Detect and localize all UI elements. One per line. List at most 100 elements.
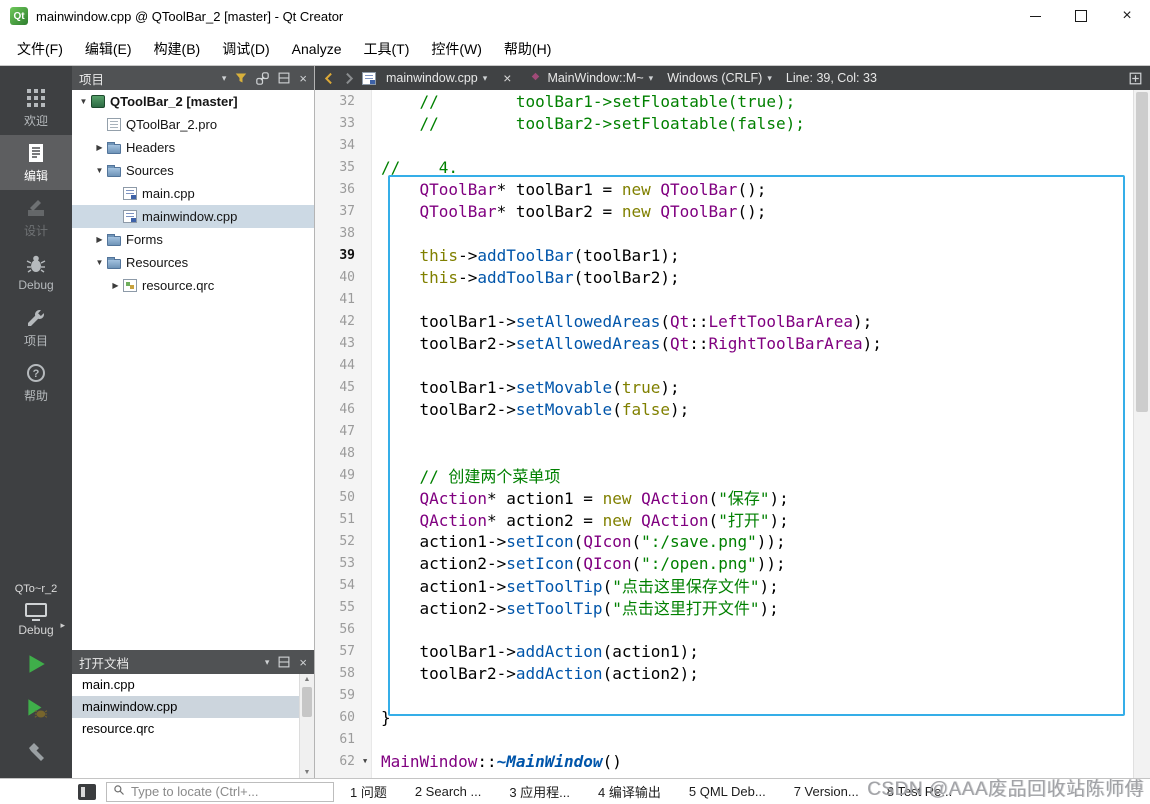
scrollbar-thumb[interactable] (302, 687, 312, 717)
code-line[interactable]: 54 action1->setToolTip("点击这里保存文件"); (315, 574, 1134, 596)
code-line[interactable]: 40 this->addToolBar(toolBar2); (315, 266, 1134, 288)
code-line[interactable]: 61 (315, 728, 1134, 750)
expand-arrow-icon[interactable]: ▼ (77, 97, 90, 106)
sidebar-toggle-icon[interactable] (78, 783, 96, 800)
scroll-down-arrow-icon[interactable]: ▼ (300, 769, 314, 776)
scrollbar-thumb[interactable] (1136, 92, 1148, 412)
close-button[interactable]: × (1104, 0, 1150, 32)
filter-icon[interactable] (235, 72, 247, 84)
menu-item[interactable]: 工具(T) (352, 32, 420, 65)
expand-arrow-icon[interactable]: ▶ (109, 281, 122, 290)
code-editor[interactable]: 32 // toolBar1->setFloatable(true); 33 //… (315, 90, 1150, 778)
code-line[interactable]: 34 (315, 134, 1134, 156)
line-number[interactable]: 48 (315, 446, 363, 461)
mode-edit[interactable]: 编辑 (0, 135, 72, 190)
split-icon[interactable] (278, 72, 290, 84)
code-line[interactable]: 49 // 创建两个菜单项 (315, 464, 1134, 486)
line-number[interactable]: 37 (315, 204, 363, 219)
target-selector-button[interactable]: Debug ▸ (0, 598, 72, 642)
code-line[interactable]: 55 action2->setToolTip("点击这里打开文件"); (315, 596, 1134, 618)
tree-item-headers[interactable]: ▶ Headers (72, 136, 314, 159)
code-line[interactable]: 57 toolBar1->addAction(action1); (315, 640, 1134, 662)
mode-debug[interactable]: Debug (0, 245, 72, 300)
output-pane-button[interactable]: 3 应用程... (509, 782, 570, 801)
line-number[interactable]: 47 (315, 424, 363, 439)
output-pane-button[interactable]: 5 QML Deb... (689, 784, 766, 799)
line-number[interactable]: 33 (315, 116, 363, 131)
code-line[interactable]: 42 toolBar1->setAllowedAreas(Qt::LeftToo… (315, 310, 1134, 332)
line-number[interactable]: 44 (315, 358, 363, 373)
code-line[interactable]: 56 (315, 618, 1134, 640)
line-number[interactable]: 55 (315, 600, 363, 615)
line-number[interactable]: 57 (315, 644, 363, 659)
code-line[interactable]: 58 toolBar2->addAction(action2); (315, 662, 1134, 684)
line-number[interactable]: 60 (315, 710, 363, 725)
open-documents-scrollbar[interactable]: ▲ ▼ (299, 674, 314, 778)
line-number[interactable]: 42 (315, 314, 363, 329)
expand-arrow-icon[interactable]: ▶ (93, 235, 106, 244)
line-number[interactable]: 34 (315, 138, 363, 153)
line-number[interactable]: 51 (315, 512, 363, 527)
menu-item[interactable]: 文件(F) (6, 32, 74, 65)
line-number[interactable]: 45 (315, 380, 363, 395)
line-number[interactable]: 36 (315, 182, 363, 197)
back-button[interactable] (323, 72, 336, 85)
close-document-button[interactable]: × (503, 70, 511, 86)
line-number[interactable]: 58 (315, 666, 363, 681)
expand-arrow-icon[interactable]: ▼ (93, 166, 106, 175)
code-line[interactable]: 44 (315, 354, 1134, 376)
tree-item-forms[interactable]: ▶ Forms (72, 228, 314, 251)
open-doc-mainwindow.cpp[interactable]: mainwindow.cpp (72, 696, 300, 718)
code-line[interactable]: 36 QToolBar* toolBar1 = new QToolBar(); (315, 178, 1134, 200)
line-ending-combo[interactable]: Windows (CRLF) ▾ (667, 71, 772, 85)
expand-arrow-icon[interactable]: ▶ (93, 143, 106, 152)
menu-item[interactable]: 帮助(H) (493, 32, 562, 65)
tree-item-resource.qrc[interactable]: ▶ resource.qrc (72, 274, 314, 297)
output-pane-button[interactable]: 7 Version... (794, 784, 859, 799)
line-number[interactable]: 46 (315, 402, 363, 417)
code-line[interactable]: 60} (315, 706, 1134, 728)
open-doc-resource.qrc[interactable]: resource.qrc (72, 718, 300, 740)
split-editor-icon[interactable] (1129, 72, 1142, 85)
line-number[interactable]: 41 (315, 292, 363, 307)
line-number[interactable]: 52 (315, 534, 363, 549)
code-line[interactable]: 37 QToolBar* toolBar2 = new QToolBar(); (315, 200, 1134, 222)
line-number[interactable]: 43 (315, 336, 363, 351)
line-number[interactable]: 49 (315, 468, 363, 483)
code-line[interactable]: 35 // 4. (315, 156, 1134, 178)
mode-welcome[interactable]: 欢迎 (0, 80, 72, 135)
build-button[interactable] (0, 730, 72, 774)
line-number[interactable]: 56 (315, 622, 363, 637)
fold-marker-icon[interactable]: ▼ (363, 757, 371, 765)
line-number[interactable]: 50 (315, 490, 363, 505)
debug-run-button[interactable] (0, 686, 72, 730)
forward-button[interactable] (342, 72, 355, 85)
code-line[interactable]: 41 (315, 288, 1134, 310)
code-line[interactable]: 45 toolBar1->setMovable(true); (315, 376, 1134, 398)
line-number[interactable]: 59 (315, 688, 363, 703)
maximize-button[interactable] (1058, 0, 1104, 32)
code-line[interactable]: 32 // toolBar1->setFloatable(true); (315, 90, 1134, 112)
line-number[interactable]: 35 (315, 160, 363, 175)
code-line[interactable]: 33 // toolBar2->setFloatable(false); (315, 112, 1134, 134)
tree-item-qtoolbar_2.pro[interactable]: QToolBar_2.pro (72, 113, 314, 136)
code-line[interactable]: 43 toolBar2->setAllowedAreas(Qt::RightTo… (315, 332, 1134, 354)
mode-help[interactable]: ? 帮助 (0, 355, 72, 410)
code-line[interactable]: 52 action1->setIcon(QIcon(":/save.png"))… (315, 530, 1134, 552)
output-pane-button[interactable]: 1 问题 (350, 782, 387, 801)
line-number[interactable]: 38 (315, 226, 363, 241)
open-file-combo[interactable]: mainwindow.cpp ▾ (361, 71, 487, 85)
menu-item[interactable]: 编辑(E) (74, 32, 143, 65)
line-number[interactable]: 54 (315, 578, 363, 593)
split-icon[interactable] (278, 656, 290, 668)
line-number[interactable]: 62 (315, 754, 363, 769)
line-number[interactable]: 61 (315, 732, 363, 747)
minimize-button[interactable] (1012, 0, 1058, 32)
scroll-up-arrow-icon[interactable]: ▲ (300, 676, 314, 683)
code-line[interactable]: 46 toolBar2->setMovable(false); (315, 398, 1134, 420)
line-number[interactable]: 40 (315, 270, 363, 285)
code-line[interactable]: 51 QAction* action2 = new QAction("打开"); (315, 508, 1134, 530)
open-doc-main.cpp[interactable]: main.cpp (72, 674, 300, 696)
link-editor-icon[interactable] (256, 71, 270, 85)
tree-item-resources[interactable]: ▼ Resources (72, 251, 314, 274)
